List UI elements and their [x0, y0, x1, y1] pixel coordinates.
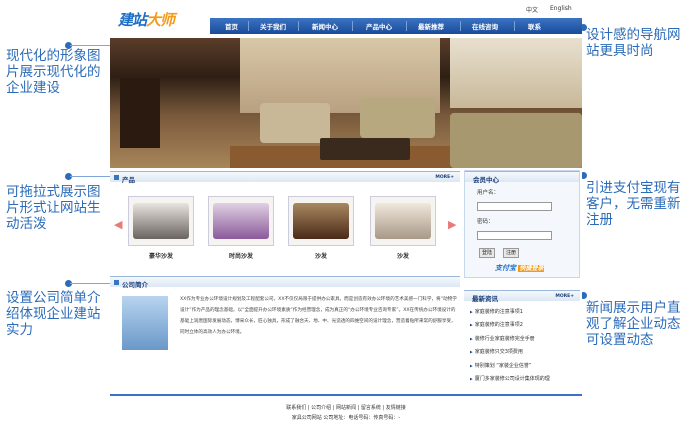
- login-button[interactable]: 登陆: [479, 248, 495, 258]
- product-image: [375, 203, 431, 239]
- password-label: 密码：: [477, 219, 494, 225]
- annotation-login: 引进支付宝现有客户，无需重新注册: [586, 180, 681, 228]
- products-header: 产品 MORE+: [110, 171, 460, 184]
- annotation-profile: 设置公司简单介绍体现企业建站实力: [6, 290, 101, 338]
- news-item[interactable]: 厦门多家装修公司设计集体现的理: [470, 375, 550, 382]
- news-header: 最新资讯 MORE+: [464, 290, 580, 303]
- hero-banner-image: [110, 38, 582, 168]
- news-item[interactable]: 家庭装修只交3项费用: [470, 348, 523, 355]
- nav-item-news[interactable]: 新闻中心: [312, 21, 338, 31]
- site-footer: 联系我们 | 公司介绍 | 网站新闻 | 留言系统 | 友情链接 家具公司网站 …: [110, 394, 582, 428]
- carousel-prev-icon[interactable]: ◀: [114, 218, 122, 231]
- hero-sofa: [450, 113, 582, 168]
- products-title: 产品: [122, 176, 135, 184]
- annotation-line: [70, 45, 110, 46]
- news-more-link[interactable]: MORE+: [555, 294, 574, 299]
- news-item[interactable]: 特别策划 “家装企业信誉”: [470, 362, 532, 369]
- nav-separator: [406, 21, 407, 31]
- product-image: [293, 203, 349, 239]
- product-image: [213, 203, 269, 239]
- nav-separator: [460, 21, 461, 31]
- hero-coffee-table: [320, 138, 410, 160]
- product-image: [133, 203, 189, 239]
- news-item[interactable]: 装修行业家庭装修完全手册: [470, 335, 535, 342]
- nav-item-home[interactable]: 首页: [225, 21, 238, 31]
- site-logo[interactable]: 建站大师: [118, 9, 175, 30]
- nav-item-recommend[interactable]: 最新推荐: [418, 21, 444, 31]
- product-card[interactable]: [288, 196, 354, 246]
- main-nav: 首页 关于我们 新闻中心 产品中心 最新推荐 在线咨询 联系: [210, 18, 582, 34]
- annotation-hero: 现代化的形象图片展示现代化的企业建设: [6, 48, 101, 96]
- nav-item-about[interactable]: 关于我们: [260, 21, 286, 31]
- products-more-link[interactable]: MORE+: [435, 175, 454, 180]
- news-title: 最新资讯: [472, 295, 498, 303]
- lang-cn-link[interactable]: 中文: [526, 5, 538, 14]
- annotation-news: 新闻展示用户直观了解企业动态可设置动态: [586, 300, 681, 348]
- nav-separator: [248, 21, 249, 31]
- carousel-next-icon[interactable]: ▶: [448, 218, 456, 231]
- footer-info: 家具公司网站 公司地址：电话号码：传真号码：-: [291, 415, 401, 421]
- nav-separator: [514, 21, 515, 31]
- profile-title: 公司简介: [122, 281, 148, 289]
- product-label[interactable]: 沙发: [288, 251, 354, 260]
- product-label[interactable]: 豪华沙发: [128, 251, 194, 260]
- nav-separator: [298, 21, 299, 31]
- nav-item-consult[interactable]: 在线咨询: [472, 21, 498, 31]
- annotation-products: 可拖拉式展示图片形式让网站生动活泼: [6, 184, 101, 232]
- hero-lamp: [120, 78, 160, 148]
- nav-item-contact[interactable]: 联系: [528, 21, 541, 31]
- hero-window: [450, 38, 582, 108]
- product-label[interactable]: 沙发: [370, 251, 436, 260]
- website-mockup: 中文 English 建站大师 首页 关于我们 新闻中心 产品中心 最新推荐 在…: [110, 0, 582, 428]
- product-card[interactable]: [208, 196, 274, 246]
- annotation-nav: 设计感的导航网站更具时尚: [586, 27, 681, 59]
- profile-header: 公司简介: [110, 276, 460, 289]
- annotation-line: [70, 176, 110, 177]
- hero-armchair-right: [360, 98, 435, 138]
- annotation-line: [70, 283, 110, 284]
- username-input[interactable]: [477, 202, 552, 211]
- news-item[interactable]: 家庭装修的注意事项1: [470, 308, 523, 315]
- nav-item-products[interactable]: 产品中心: [366, 21, 392, 31]
- footer-links[interactable]: 联系我们 | 公司介绍 | 网站新闻 | 留言系统 | 友情链接: [110, 404, 582, 411]
- profile-text: XX作为专业办公环境设计规划及工程配套公司，XX不仅仅局限于提供办公家具，而是创…: [180, 297, 457, 335]
- nav-separator: [352, 21, 353, 31]
- product-label[interactable]: 时尚沙发: [208, 251, 274, 260]
- hero-armchair-left: [260, 103, 330, 143]
- username-label: 用户名：: [477, 190, 500, 196]
- lang-en-link[interactable]: English: [550, 5, 572, 12]
- register-button[interactable]: 注册: [503, 248, 519, 258]
- member-login-panel: 会员中心 用户名： 密码： 登陆 注册 支付宝 快捷登录: [464, 170, 580, 278]
- product-card[interactable]: [370, 196, 436, 246]
- password-input[interactable]: [477, 231, 552, 240]
- news-item[interactable]: 家庭装修的注意事项2: [470, 321, 523, 328]
- top-bar: 中文 English: [110, 0, 582, 16]
- section-bullet-icon: [114, 280, 119, 285]
- alipay-login-button[interactable]: 支付宝 快捷登录: [495, 263, 545, 273]
- office-building-image: [122, 296, 168, 350]
- login-header: 会员中心: [465, 171, 579, 184]
- page: 现代化的形象图片展示现代化的企业建设 可拖拉式展示图片形式让网站生动活泼 设置公…: [0, 0, 691, 428]
- product-card[interactable]: [128, 196, 194, 246]
- news-panel: 最新资讯 MORE+ 家庭装修的注意事项1 家庭装修的注意事项2 装修行业家庭装…: [464, 290, 580, 390]
- login-title: 会员中心: [473, 176, 499, 184]
- section-bullet-icon: [114, 175, 119, 180]
